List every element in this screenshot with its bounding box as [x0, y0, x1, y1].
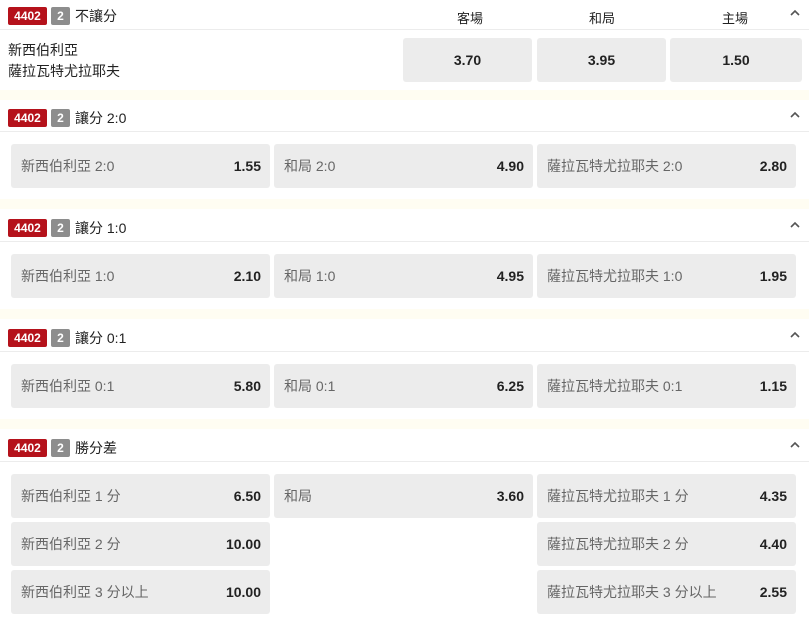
odd-label: 薩拉瓦特尤拉耶夫 2:0 — [547, 158, 683, 174]
team-home-name: 薩拉瓦特尤拉耶夫 — [8, 63, 120, 79]
odd-button[interactable]: 新西伯利亞 1 分 6.50 — [11, 474, 270, 518]
odd-value: 1.15 — [759, 378, 787, 394]
odd-button[interactable]: 薩拉瓦特尤拉耶夫 2:0 2.80 — [537, 144, 796, 188]
match-code-badge: 4402 — [8, 109, 47, 127]
column-header-draw: 和局 — [588, 11, 615, 26]
odd-value: 1.50 — [722, 52, 750, 68]
odd-button[interactable]: 新西伯利亞 3 分以上 10.00 — [11, 570, 270, 614]
section-divider — [0, 309, 809, 319]
odd-label: 和局 2:0 — [284, 158, 336, 174]
odd-button[interactable]: 薩拉瓦特尤拉耶夫 0:1 1.15 — [537, 364, 796, 408]
odd-button[interactable]: 薩拉瓦特尤拉耶夫 1 分 4.35 — [537, 474, 796, 518]
odd-value: 4.40 — [759, 536, 787, 552]
section-divider — [0, 90, 809, 100]
market-count-badge: 2 — [51, 7, 70, 25]
odd-value: 5.80 — [233, 378, 261, 394]
odd-label: 和局 1:0 — [284, 268, 336, 284]
market-title: 讓分 1:0 — [75, 220, 127, 236]
odd-label: 新西伯利亞 0:1 — [21, 378, 115, 394]
match-code-badge: 4402 — [8, 439, 47, 457]
column-header-away: 客場 — [456, 11, 483, 26]
odd-label: 薩拉瓦特尤拉耶夫 1 分 — [547, 488, 689, 504]
market-header-handicap-1-0[interactable]: 4402 2 讓分 1:0 — [0, 212, 809, 242]
odd-button[interactable]: 和局 2:0 4.90 — [274, 144, 533, 188]
team-away-name: 新西伯利亞 — [8, 42, 78, 58]
odd-button[interactable]: 薩拉瓦特尤拉耶夫 1:0 1.95 — [537, 254, 796, 298]
odd-value: 3.60 — [496, 488, 524, 504]
odd-value: 2.55 — [759, 584, 787, 600]
odd-label: 新西伯利亞 2 分 — [21, 536, 121, 552]
odd-label: 新西伯利亞 1 分 — [21, 488, 121, 504]
odd-value: 6.50 — [233, 488, 261, 504]
odd-button-home[interactable]: 1.50 — [670, 38, 802, 82]
chevron-up-icon[interactable] — [789, 7, 801, 19]
odd-value: 2.80 — [759, 158, 787, 174]
odd-label: 薩拉瓦特尤拉耶夫 0:1 — [547, 378, 683, 394]
match-teams: 新西伯利亞 薩拉瓦特尤拉耶夫 — [8, 40, 120, 82]
odd-value: 3.70 — [453, 52, 482, 68]
market-title: 不讓分 — [75, 8, 117, 24]
odd-value: 3.95 — [587, 52, 616, 68]
odd-button[interactable]: 新西伯利亞 2:0 1.55 — [11, 144, 270, 188]
market-header-handicap-0-1[interactable]: 4402 2 讓分 0:1 — [0, 322, 809, 352]
odd-label: 薩拉瓦特尤拉耶夫 2 分 — [547, 536, 689, 552]
odd-label: 和局 — [284, 488, 312, 504]
market-count-badge: 2 — [51, 439, 70, 457]
match-code-badge: 4402 — [8, 7, 47, 25]
odd-label: 和局 0:1 — [284, 378, 336, 394]
odd-label: 薩拉瓦特尤拉耶夫 3 分以上 — [547, 584, 717, 600]
odd-button[interactable]: 薩拉瓦特尤拉耶夫 2 分 4.40 — [537, 522, 796, 566]
market-count-badge: 2 — [51, 329, 70, 347]
column-header-home: 主場 — [721, 11, 748, 26]
market-title: 讓分 2:0 — [75, 110, 127, 126]
odd-value: 1.55 — [233, 158, 261, 174]
market-count-badge: 2 — [51, 219, 70, 237]
chevron-up-icon[interactable] — [789, 439, 801, 451]
odd-button[interactable]: 和局 3.60 — [274, 474, 533, 518]
odd-label: 新西伯利亞 1:0 — [21, 268, 115, 284]
odd-button[interactable]: 和局 0:1 6.25 — [274, 364, 533, 408]
odd-button[interactable]: 薩拉瓦特尤拉耶夫 3 分以上 2.55 — [537, 570, 796, 614]
section-divider — [0, 419, 809, 429]
odd-value: 1.95 — [759, 268, 787, 284]
odd-label: 新西伯利亞 2:0 — [21, 158, 115, 174]
odd-button[interactable]: 新西伯利亞 1:0 2.10 — [11, 254, 270, 298]
market-header-handicap-2-0[interactable]: 4402 2 讓分 2:0 — [0, 102, 809, 132]
section-divider — [0, 199, 809, 209]
match-code-badge: 4402 — [8, 329, 47, 347]
odd-value: 10.00 — [225, 536, 261, 552]
odd-button[interactable]: 新西伯利亞 2 分 10.00 — [11, 522, 270, 566]
odd-value: 4.35 — [759, 488, 787, 504]
chevron-up-icon[interactable] — [789, 109, 801, 121]
odd-label: 薩拉瓦特尤拉耶夫 1:0 — [547, 268, 683, 284]
odd-value: 2.10 — [233, 268, 261, 284]
odd-value: 10.00 — [225, 584, 261, 600]
market-count-badge: 2 — [51, 109, 70, 127]
market-title: 讓分 0:1 — [75, 330, 127, 346]
odd-value: 4.90 — [496, 158, 524, 174]
odd-value: 6.25 — [496, 378, 524, 394]
odd-value: 4.95 — [496, 268, 524, 284]
chevron-up-icon[interactable] — [789, 219, 801, 231]
odd-button-draw[interactable]: 3.95 — [537, 38, 666, 82]
market-title: 勝分差 — [75, 440, 117, 456]
odd-button-away[interactable]: 3.70 — [403, 38, 532, 82]
chevron-up-icon[interactable] — [789, 329, 801, 341]
odd-button[interactable]: 新西伯利亞 0:1 5.80 — [11, 364, 270, 408]
odd-label: 新西伯利亞 3 分以上 — [21, 584, 149, 600]
odd-button[interactable]: 和局 1:0 4.95 — [274, 254, 533, 298]
market-header-winning-margin[interactable]: 4402 2 勝分差 — [0, 432, 809, 462]
match-code-badge: 4402 — [8, 219, 47, 237]
market-header-no-handicap[interactable]: 4402 2 不讓分 客場 和局 主場 — [0, 0, 809, 30]
